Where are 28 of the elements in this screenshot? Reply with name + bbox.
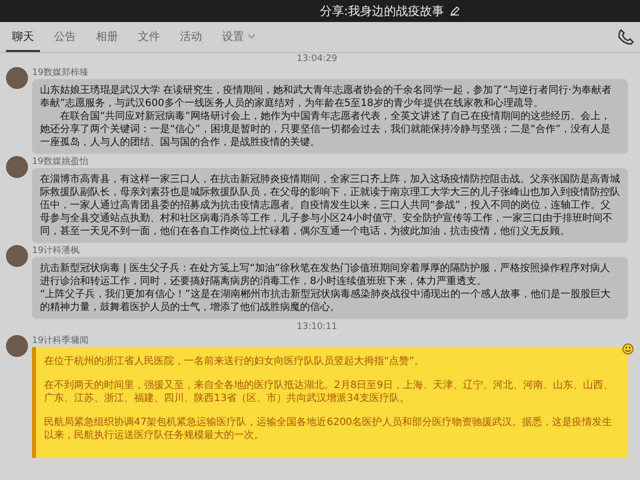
avatar[interactable] — [6, 156, 28, 178]
tab[interactable]: 聊天 — [6, 24, 40, 52]
avatar[interactable] — [6, 245, 28, 267]
message-text: 山东姑娘王琇琨是武汉大学 在读研究生，疫情期间，她和武大青年志愿者协会的千余名同学一起，参加了“与逆行者同行·为奉献者奉献”志愿服务，与武汉600多个一线医务人员的家庭结对，为年龄在5至18岁的青少年提供在线家教和心理疏导。 — [40, 84, 613, 110]
timestamp: 13:10:11 — [296, 322, 338, 332]
phone-icon[interactable] — [618, 29, 634, 45]
window-title: 分享:我身边的战疫故事 — [320, 2, 444, 20]
pencil-icon[interactable] — [450, 6, 460, 16]
tab[interactable]: 相册 — [90, 24, 124, 52]
tab[interactable]: 设置 — [216, 24, 261, 52]
timestamp: 13:04:29 — [296, 54, 338, 64]
tab[interactable]: 文件 — [132, 24, 166, 52]
message-text: 民航局紧急组织协调47架包机紧急运输医疗队，运输全国各地近6200名医护人员和部分医疗物资驰援武汉。据悉，这是疫情发生以来，民航执行运送医疗队任务规模最大的一次。 — [44, 416, 614, 442]
message-text: “上阵父子兵，我们更加有信心！”这是在湖南郴州市抗击新型冠状病毒感染肺炎战役中涌现出的一个感人故事，他们是一股股巨大的精神力量，鼓舞着医护人员的士气，增添了他们战胜病魔的信心。 — [40, 288, 612, 314]
tab[interactable]: 活动 — [174, 24, 208, 52]
sender-name: 19数媒姚盈怡 — [32, 156, 88, 168]
sender-name: 19计科潘枫 — [32, 245, 80, 257]
message-text: 在不到两天的时间里，强援又至，来自全各地的医疗队抵达湖北。2月8日至9日，上海、天津、辽宁、河北、河南、山东、山西、广东、江苏、浙江、福建、四川、陕西13省（区、市）共向武汉增派34支医疗队。 — [44, 379, 614, 405]
message-text: 在联合国“共同应对新冠病毒”网络研讨会上，她作为中国青年志愿者代表，全英文讲述了自己在疫情期间的这些经历。会上，她还分享了两个关键词：一是“信心”，困境是暂时的，只要坚信一切都会过去，我们就能保持冷静与坚强；二是“合作”，没有人是一座孤岛，人与人的团结、国与国的合作，是战胜疫情的关键。 — [40, 110, 612, 149]
tab[interactable]: 公告 — [48, 24, 82, 52]
sender-name: 19数媒郑梓臻 — [32, 67, 88, 79]
smiley-icon — [622, 343, 634, 355]
message-text: 在淄博市高青县，有这样一家三口人，在抗击新冠肺炎疫情期间，全家三口齐上阵，加入这场疫情防控阻击战。父亲张国防是高青城际救援队副队长，母亲刘素芬也是城际救援队队员，在父母的影响下，正就读于南京理工大学大三的儿子张峰山也加入到疫情防控队伍中，一家人通过高青团县委的招募成为抗击疫情志愿者。自疫情发生以来，三口人共同“参战”，投入不同的岗位，连轴工作。父母参与全县交通站点执勤、村和社区病毒消杀等工作，儿子参与小区24小时值守、安全防护宣传等工作，一家三口由于排班时间不同，甚至一天见不到一面，他们在各自工作岗位上忙碌着，偶尔互通一个电话，为彼此加油，抗击疫情，他们义无反顾。 — [40, 173, 620, 238]
message-text: 在位于杭州的浙江省人民医院，一名前来送行的妇女向医疗队队员竖起大拇指“点赞”。 — [44, 355, 426, 368]
sender-name: 19计科季墉闻 — [32, 335, 88, 347]
avatar[interactable] — [6, 335, 28, 357]
message-text: 抗击新型冠状病毒 | 医生父子兵：在处方笺上写“加油”徐秋笔在发热门诊值班期间穿着厚厚的隔防护服，严格按照操作程序对病人进行诊治和转运工作，同时，还要搞好隔离病房的消毒工作，8小时连续值班班下来，体力严重透支。 — [40, 262, 612, 288]
avatar[interactable] — [6, 67, 28, 89]
